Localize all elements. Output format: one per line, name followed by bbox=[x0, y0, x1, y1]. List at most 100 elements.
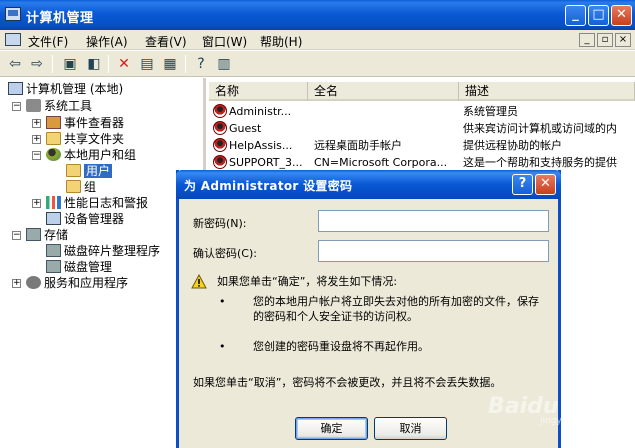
collapse-icon[interactable]: − bbox=[32, 151, 41, 160]
tree-node-groups[interactable]: 组 bbox=[66, 179, 96, 195]
menu-action[interactable]: 操作(A) bbox=[86, 33, 128, 50]
mdi-close-button[interactable]: × bbox=[615, 33, 631, 47]
user-disabled-icon bbox=[213, 121, 227, 135]
dialog-titlebar[interactable]: 为 Administrator 设置密码 ? ✕ bbox=[176, 170, 561, 199]
tree-node-event-viewer[interactable]: 事件查看器 bbox=[46, 115, 124, 131]
folder-icon bbox=[66, 180, 81, 193]
tree-node-local-users-groups[interactable]: 本地用户和组 bbox=[46, 147, 136, 163]
minimize-button[interactable]: _ bbox=[565, 5, 586, 26]
main-titlebar[interactable]: 计算机管理 _ □ ✕ bbox=[0, 0, 635, 30]
collapse-icon[interactable]: − bbox=[12, 231, 21, 240]
row-name: HelpAssis... bbox=[229, 139, 293, 152]
help-icon[interactable]: ? bbox=[191, 54, 211, 74]
tree-node-device-manager[interactable]: 设备管理器 bbox=[46, 211, 124, 227]
confirm-password-label: 确认密码(C): bbox=[193, 247, 257, 260]
up-folder-icon[interactable]: ▣ bbox=[60, 54, 80, 74]
expand-icon[interactable]: + bbox=[12, 279, 21, 288]
expand-icon[interactable]: + bbox=[32, 199, 41, 208]
tree-node-users[interactable]: 用户 bbox=[66, 163, 113, 179]
warning-bullet-2: 您创建的密码重设盘将不再起作用。 bbox=[253, 340, 429, 353]
cancel-button[interactable]: 取消 bbox=[374, 417, 447, 440]
toolbar-separator bbox=[52, 55, 53, 73]
console-menu-icon[interactable] bbox=[5, 33, 21, 46]
row-name: Guest bbox=[229, 122, 262, 135]
mdi-restore-button[interactable]: ▫ bbox=[597, 33, 613, 47]
list-row-support[interactable]: SUPPORT_3... CN=Microsoft Corpora... 这是一… bbox=[209, 154, 635, 171]
toolbar-separator bbox=[108, 55, 109, 73]
toolbar: ⇦ ⇨ ▣ ◧ ✕ ▤ ▦ ? ▥ bbox=[0, 51, 635, 77]
folder-open-icon bbox=[66, 164, 81, 177]
tree-node-storage[interactable]: 存储 bbox=[26, 227, 68, 243]
tree-label: 服务和应用程序 bbox=[44, 276, 129, 290]
row-description: 提供远程协助的帐户 bbox=[463, 139, 562, 152]
bullet-dot: • bbox=[219, 340, 226, 353]
list-row-guest[interactable]: Guest 供来宾访问计算机或访问域的内 bbox=[209, 120, 635, 137]
device-manager-icon bbox=[46, 212, 61, 225]
menu-help[interactable]: 帮助(H) bbox=[260, 33, 302, 50]
forward-icon[interactable]: ⇨ bbox=[27, 54, 47, 74]
tree-node-disk-mgmt[interactable]: 磁盘管理 bbox=[46, 259, 112, 275]
row-name: Administr... bbox=[229, 105, 292, 118]
maximize-button[interactable]: □ bbox=[588, 5, 609, 26]
delete-icon[interactable]: ✕ bbox=[114, 54, 134, 74]
row-description: 系统管理员 bbox=[463, 105, 518, 118]
column-header-fullname[interactable]: 全名 bbox=[308, 82, 459, 101]
storage-icon bbox=[26, 228, 41, 241]
mdi-minimize-button[interactable]: _ bbox=[579, 33, 595, 47]
dialog-help-button[interactable]: ? bbox=[512, 174, 533, 195]
tree-label: 共享文件夹 bbox=[64, 132, 125, 146]
row-name-cell: HelpAssis... bbox=[213, 137, 308, 154]
tree-label: 磁盘碎片整理程序 bbox=[64, 244, 161, 258]
console-icon[interactable]: ▥ bbox=[214, 54, 234, 74]
tree-label: 存储 bbox=[44, 228, 69, 242]
new-password-label: 新密码(N): bbox=[193, 217, 247, 230]
user-icon bbox=[213, 104, 227, 118]
menu-window[interactable]: 窗口(W) bbox=[202, 33, 247, 50]
tree-label: 计算机管理 (本地) bbox=[26, 82, 124, 96]
expand-icon[interactable]: + bbox=[32, 135, 41, 144]
export-icon[interactable]: ▦ bbox=[160, 54, 180, 74]
tree-label: 事件查看器 bbox=[64, 116, 125, 130]
row-description: 这是一个帮助和支持服务的提供 bbox=[463, 156, 617, 169]
event-viewer-icon bbox=[46, 116, 61, 129]
window-title: 计算机管理 bbox=[26, 11, 94, 26]
dialog-title: 为 Administrator 设置密码 bbox=[184, 179, 353, 193]
row-name-cell: SUPPORT_3... bbox=[213, 154, 308, 171]
menu-view[interactable]: 查看(V) bbox=[145, 33, 187, 50]
tree-label: 设备管理器 bbox=[64, 212, 125, 226]
menu-file[interactable]: 文件(F) bbox=[28, 33, 68, 50]
tree-node-shared-folders[interactable]: 共享文件夹 bbox=[46, 131, 124, 147]
user-disabled-icon bbox=[213, 138, 227, 152]
warning-bullet-1: 您的本地用户帐户将立即失去对他的所有加密的文件，保存的密码和个人安全证书的访问权… bbox=[253, 295, 539, 323]
confirm-password-field[interactable] bbox=[318, 240, 549, 262]
ok-button[interactable]: 确定 bbox=[295, 417, 368, 440]
tree-node-services-apps[interactable]: 服务和应用程序 bbox=[26, 275, 128, 291]
column-header-name[interactable]: 名称 bbox=[209, 82, 308, 101]
new-password-field[interactable] bbox=[318, 210, 549, 232]
tree-node-system-tools[interactable]: 系统工具 bbox=[26, 98, 92, 114]
dialog-close-button[interactable]: ✕ bbox=[535, 174, 556, 195]
collapse-icon[interactable]: − bbox=[12, 102, 21, 111]
list-row-helpassistant[interactable]: HelpAssis... 远程桌面助手帐户 提供远程协助的帐户 bbox=[209, 137, 635, 154]
close-button[interactable]: ✕ bbox=[611, 5, 632, 26]
watermark-url: jingyan.baidu.com bbox=[540, 416, 624, 426]
tree-label: 性能日志和警报 bbox=[64, 196, 149, 210]
services-icon bbox=[26, 276, 41, 289]
user-disabled-icon bbox=[213, 155, 227, 169]
show-tree-icon[interactable]: ◧ bbox=[84, 54, 104, 74]
row-fullname: CN=Microsoft Corpora... bbox=[314, 156, 448, 169]
tree-node-defrag[interactable]: 磁盘碎片整理程序 bbox=[46, 243, 160, 259]
expand-icon[interactable]: + bbox=[32, 119, 41, 128]
properties-icon[interactable]: ▤ bbox=[137, 54, 157, 74]
menu-bar: 文件(F) 操作(A) 查看(V) 窗口(W) 帮助(H) _ ▫ × bbox=[0, 30, 635, 50]
tree-label: 本地用户和组 bbox=[64, 148, 137, 162]
warning-heading: 如果您单击“确定”，将发生如下情况: bbox=[217, 275, 398, 288]
tree-node-perf-logs[interactable]: 性能日志和警报 bbox=[46, 195, 148, 211]
back-icon[interactable]: ⇦ bbox=[5, 54, 25, 74]
column-header-description[interactable]: 描述 bbox=[459, 82, 635, 101]
list-row-administrator[interactable]: Administr... 系统管理员 bbox=[209, 103, 635, 120]
toolbar-separator bbox=[185, 55, 186, 73]
users-groups-icon bbox=[46, 148, 61, 161]
tree-node-root[interactable]: 计算机管理 (本地) bbox=[8, 81, 123, 97]
row-name-cell: Administr... bbox=[213, 103, 308, 120]
